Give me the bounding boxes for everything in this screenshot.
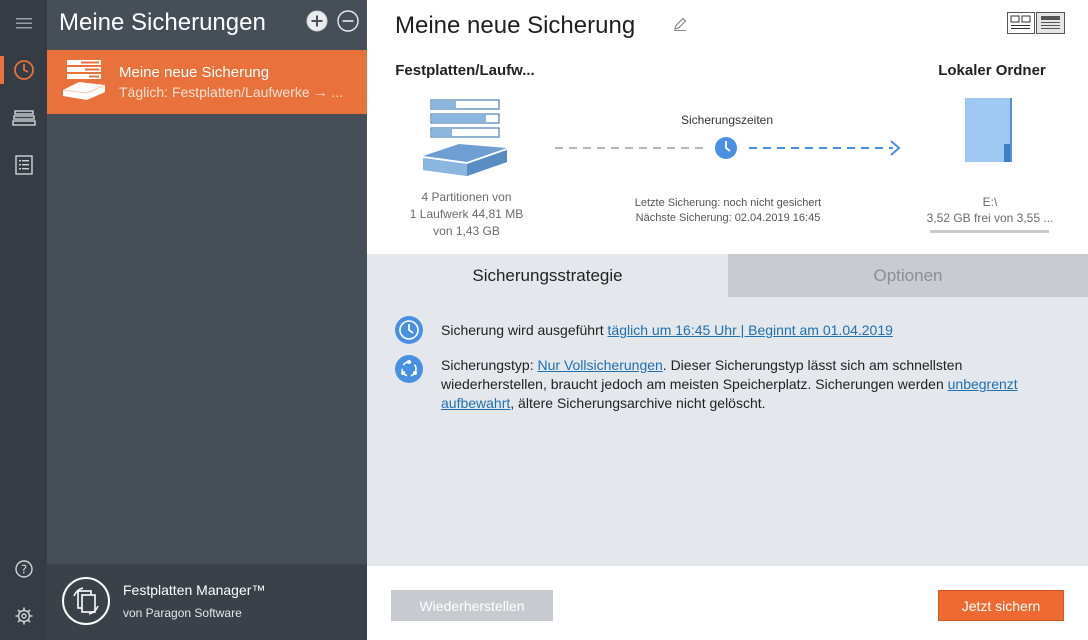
nav-log[interactable] bbox=[0, 145, 47, 185]
app-vendor: von Paragon Software bbox=[123, 606, 242, 620]
app-logo-icon bbox=[62, 577, 110, 625]
minus-circle-icon bbox=[337, 10, 359, 32]
nav-backups[interactable] bbox=[0, 50, 47, 90]
plus-circle-icon bbox=[306, 10, 328, 32]
settings-gear-icon bbox=[15, 607, 32, 625]
folder-icon[interactable] bbox=[964, 96, 1014, 166]
menu-button[interactable] bbox=[0, 3, 47, 43]
svg-text:?: ? bbox=[20, 563, 26, 577]
backup-item-title: Meine neue Sicherung bbox=[119, 64, 270, 81]
backup-now-button[interactable]: Jetzt sichern bbox=[938, 590, 1064, 621]
backup-clock-icon bbox=[13, 60, 34, 80]
restore-button[interactable]: Wiederherstellen bbox=[391, 590, 553, 621]
schedule-clock-icon[interactable] bbox=[714, 136, 738, 160]
panel-title: Meine Sicherungen bbox=[59, 9, 266, 36]
disk-backup-icon bbox=[62, 60, 106, 100]
retention-link[interactable]: unbegrenzt bbox=[948, 376, 1018, 392]
panel-footer: Festplatten Manager™ von Paragon Softwar… bbox=[47, 564, 367, 640]
disk-stack-icon bbox=[11, 110, 36, 126]
next-backup: Nächste Sicherung: 02.04.2019 16:45 bbox=[635, 212, 821, 224]
destination-title: Lokaler Ordner bbox=[938, 62, 1046, 79]
backup-type-icon bbox=[395, 355, 423, 383]
last-backup: Letzte Sicherung: noch nicht gesichert bbox=[634, 197, 822, 209]
retention-link-2[interactable]: aufbewahrt bbox=[441, 395, 510, 411]
source-disk-icon[interactable] bbox=[421, 96, 511, 182]
backup-item-subtitle: Täglich: Festplatten/Laufwerke → ... bbox=[119, 84, 344, 100]
destination-free-space: 3,52 GB frei von 3,55 ... bbox=[926, 211, 1054, 225]
clock-icon bbox=[395, 316, 423, 344]
backup-type-line: Sicherungstyp: Nur Vollsicherungen. Dies… bbox=[441, 357, 963, 373]
menu-icon bbox=[15, 18, 32, 29]
add-backup-button[interactable] bbox=[306, 10, 328, 32]
view-toggle-icons bbox=[1007, 12, 1065, 34]
destination-info: E:\ 3,52 GB frei von 3,55 ... bbox=[915, 194, 1065, 226]
source-info: 4 Partitionen von 1 Laufwerk 44,81 MB vo… bbox=[409, 190, 524, 238]
destination-usage-bar bbox=[930, 230, 1049, 233]
schedule-line: Sicherung wird ausgeführt täglich um 16:… bbox=[441, 322, 893, 338]
nav-disks[interactable] bbox=[0, 98, 47, 138]
tab-options[interactable]: Optionen bbox=[728, 254, 1088, 297]
backup-title: Meine neue Sicherung bbox=[395, 12, 636, 39]
schedule-label: Sicherungszeiten bbox=[680, 113, 774, 127]
edit-pencil-icon[interactable] bbox=[672, 16, 688, 32]
source-title: Festplatten/Laufw... bbox=[395, 62, 535, 79]
help-button[interactable]: ? bbox=[0, 549, 47, 589]
tab-bar: Sicherungsstrategie Optionen bbox=[367, 254, 1088, 297]
main-area: Meine neue Sicherung Festplatten/Laufw..… bbox=[367, 0, 1088, 640]
backup-list-item[interactable]: Meine neue Sicherung Täglich: Festplatte… bbox=[47, 50, 367, 114]
settings-button[interactable] bbox=[0, 596, 47, 636]
backup-type-link[interactable]: Nur Vollsicherungen bbox=[538, 357, 663, 373]
schedule-link[interactable]: täglich um 16:45 Uhr | Beginnt am 01.04.… bbox=[608, 322, 893, 338]
strategy-content: Sicherung wird ausgeführt täglich um 16:… bbox=[367, 297, 1088, 565]
app-name: Festplatten Manager™ bbox=[123, 582, 266, 598]
backups-panel: Meine Sicherungen Meine neue Sicherung T… bbox=[47, 0, 367, 640]
help-icon: ? bbox=[14, 560, 33, 578]
backup-type-line-2: wiederherstellen, braucht jedoch am meis… bbox=[441, 376, 1018, 392]
remove-backup-button[interactable] bbox=[337, 10, 359, 32]
destination-drive: E:\ bbox=[982, 195, 998, 209]
backup-type-line-3: aufbewahrt, ältere Sicherungsarchive nic… bbox=[441, 395, 766, 411]
action-footer: Wiederherstellen Jetzt sichern bbox=[367, 565, 1088, 640]
tab-strategy[interactable]: Sicherungsstrategie bbox=[367, 254, 728, 297]
schedule-info: Letzte Sicherung: noch nicht gesichert N… bbox=[597, 196, 859, 226]
nav-rail: ? bbox=[0, 0, 47, 640]
view-toggle bbox=[1007, 12, 1065, 34]
log-list-icon bbox=[14, 155, 33, 175]
